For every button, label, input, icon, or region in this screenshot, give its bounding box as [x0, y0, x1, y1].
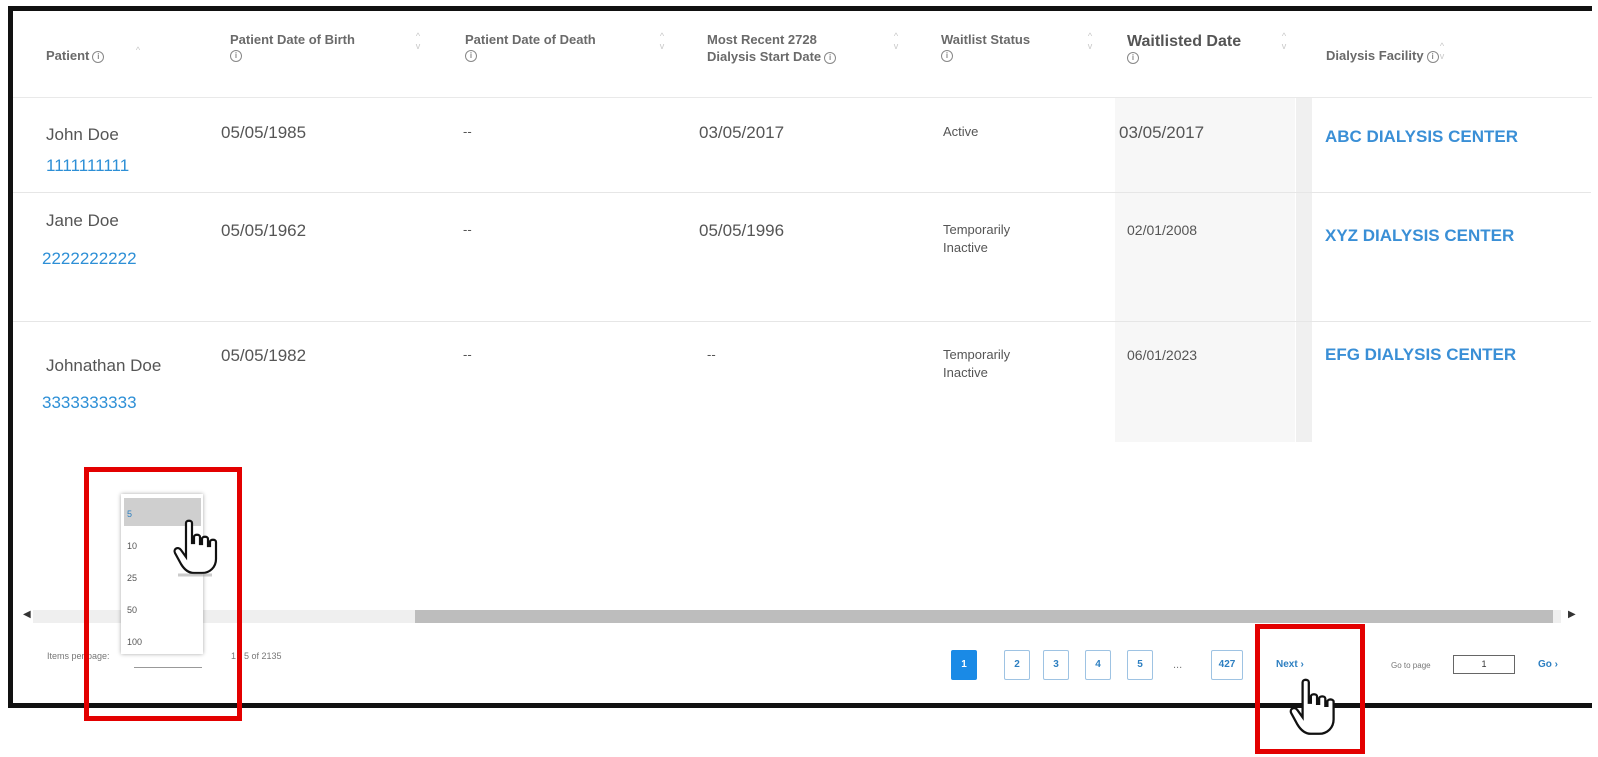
page-button-5[interactable]: 5	[1127, 650, 1153, 680]
dob-value: 05/05/1962	[221, 221, 307, 240]
sort-icon[interactable]: ^	[133, 45, 143, 55]
column-header-waitlisted-date[interactable]: Waitlisted Date i	[1127, 33, 1241, 64]
highlight-box-next	[1255, 624, 1365, 754]
page-button-2[interactable]: 2	[1004, 650, 1030, 680]
patient-name: Jane Doe	[46, 211, 119, 230]
pagination-ellipsis: ...	[1173, 659, 1183, 671]
info-icon[interactable]: i	[824, 51, 837, 64]
dod-value: --	[463, 222, 472, 237]
page-button-3[interactable]: 3	[1043, 650, 1069, 680]
page-button-1[interactable]: 1	[951, 650, 977, 680]
column-header-dod[interactable]: Patient Date of Death i	[465, 31, 596, 62]
row-divider	[13, 192, 1311, 193]
row-divider	[13, 321, 1311, 322]
column-header-patient[interactable]: Patient i	[46, 47, 105, 64]
dod-value: --	[463, 124, 472, 139]
column-band	[1296, 97, 1312, 442]
waitlisted-date-value: 02/01/2008	[1127, 222, 1198, 238]
dob-value: 05/05/1982	[221, 346, 307, 365]
facility-link[interactable]: XYZ DIALYSIS CENTER	[1325, 226, 1514, 246]
patient-id-link[interactable]: 1111111111	[46, 156, 129, 176]
sort-icon[interactable]: ^ v	[1279, 31, 1289, 51]
patient-id-link[interactable]: 2222222222	[42, 249, 137, 269]
info-icon[interactable]: i	[941, 50, 953, 62]
dialysis-start-value: 05/05/1996	[699, 221, 785, 240]
info-icon[interactable]: i	[465, 50, 477, 62]
info-icon[interactable]: i	[92, 50, 105, 63]
waitlisted-date-value: 03/05/2017	[1119, 123, 1205, 142]
waitlist-status-value: Temporarily Inactive	[943, 347, 1011, 380]
row-divider	[1311, 321, 1591, 322]
dod-value: --	[463, 347, 472, 362]
row-divider	[1311, 192, 1591, 193]
waitlist-status-value: Active	[943, 124, 979, 139]
sort-icon[interactable]: ^ v	[891, 31, 901, 51]
column-header-dialysis-facility[interactable]: Dialysis Facility i	[1326, 47, 1439, 64]
page-button-4[interactable]: 4	[1085, 650, 1111, 680]
sort-icon[interactable]: ^ v	[1085, 31, 1095, 51]
dialysis-start-value: --	[707, 347, 716, 362]
scroll-left-icon[interactable]: ◀	[23, 609, 31, 620]
go-button[interactable]: Go ›	[1538, 659, 1558, 670]
horizontal-scrollbar[interactable]: ◀ ▶	[23, 609, 1576, 623]
patient-id-link[interactable]: 3333333333	[42, 393, 137, 413]
go-to-page-input[interactable]: 1	[1453, 655, 1515, 674]
patient-name: John Doe	[46, 125, 119, 144]
waitlisted-date-value: 06/01/2023	[1127, 347, 1198, 363]
table-header: Patient i ^ Patient Date of Birth i ^ v Pa…	[13, 11, 1592, 98]
column-band	[1115, 97, 1295, 442]
info-icon[interactable]: i	[230, 50, 242, 62]
scrollbar-thumb[interactable]	[415, 610, 1553, 623]
facility-link[interactable]: EFG DIALYSIS CENTER	[1325, 345, 1516, 365]
go-to-page-label: Go to page	[1391, 661, 1431, 670]
facility-link[interactable]: ABC DIALYSIS CENTER	[1325, 127, 1518, 147]
sort-icon[interactable]: ^ v	[413, 31, 423, 51]
info-icon[interactable]: i	[1127, 52, 1139, 64]
page-button-last[interactable]: 427	[1211, 650, 1243, 680]
scroll-right-icon[interactable]: ▶	[1568, 609, 1576, 620]
column-header-dob[interactable]: Patient Date of Birth i	[230, 31, 355, 62]
column-header-dialysis-start[interactable]: Most Recent 2728 Dialysis Start Date i	[707, 31, 837, 65]
sort-icon[interactable]: ^ v	[657, 31, 667, 51]
highlight-box-items-per-page	[84, 467, 242, 721]
sort-icon[interactable]: ^ v	[1437, 41, 1447, 61]
dob-value: 05/05/1985	[221, 123, 307, 142]
waitlist-status-value: Temporarily Inactive	[943, 222, 1011, 255]
column-header-waitlist-status[interactable]: Waitlist Status i	[941, 31, 1030, 62]
dialysis-start-value: 03/05/2017	[699, 123, 785, 142]
patient-name: Johnathan Doe	[46, 356, 162, 375]
patient-table-panel: Patient i ^ Patient Date of Birth i ^ v Pa…	[8, 6, 1592, 708]
